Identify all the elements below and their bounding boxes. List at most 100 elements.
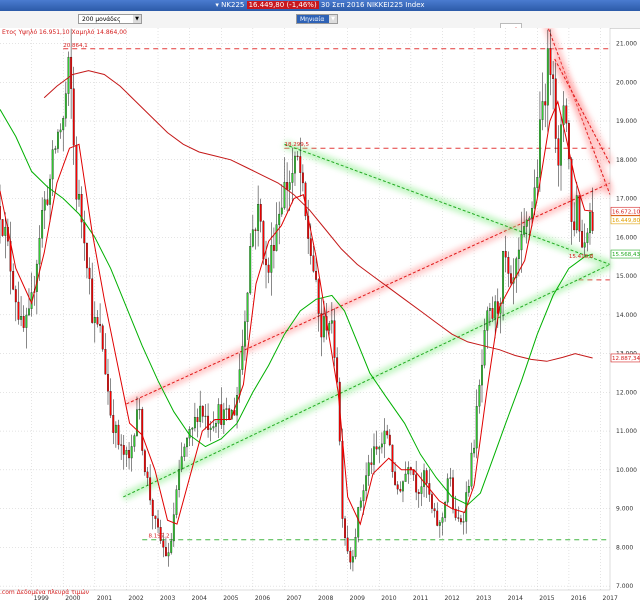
candle-body [591,212,594,231]
value-tag-label: 12.887,34 [612,356,640,362]
candle-body [162,540,165,548]
y-tick-label: 15.000 [616,273,637,280]
candle-body [301,172,304,184]
candle-body [51,149,54,180]
candle-body [391,444,394,473]
candle-body [552,74,555,79]
window-titlebar: ▾ NK225 16.449,80 (-1,46%) 30 Σεπ 2016 N… [0,0,640,11]
candle-body [541,101,544,120]
candle-body [280,207,283,215]
candle-body [531,208,533,219]
candle-body [449,477,452,479]
candle-body [396,484,399,490]
candle-body [59,129,62,133]
candle-body [483,330,486,366]
x-tick-label: 2013 [476,595,491,602]
y-tick-label: 19.000 [616,118,637,125]
candle-body [62,118,65,131]
candle-body [330,320,333,324]
x-tick-label: 2014 [508,595,523,602]
candle-body [425,470,428,484]
candle-body [365,475,368,491]
candle-body [136,409,138,436]
candle-body [533,187,536,209]
candle-body [362,490,365,502]
candle-body [520,234,523,251]
candle-body [22,316,25,328]
candle-body [12,271,15,290]
y-tick-label: 21.000 [616,41,637,48]
y-tick-label: 18.000 [616,157,637,164]
candle-body [510,273,512,284]
candle-body [323,316,325,338]
candle-body [344,518,346,539]
candle-body [438,522,441,526]
periods-select[interactable]: 200 μονάδες ▼ [78,14,142,24]
candle-body [225,408,228,410]
candle-body [296,155,299,157]
candle-body [178,469,181,490]
candle-body [57,131,59,149]
price-chart[interactable]: 20.864,1 18.299,5 8.197,2 15.410,8 7.000 8.0… [0,28,640,603]
candle-body [259,204,262,222]
candle-body [491,308,494,319]
y-tick-label: 11.000 [616,428,637,435]
candle-body [246,292,249,322]
candle-body [583,242,586,248]
candle-body [275,224,278,251]
y-tick-label: 8.000 [616,544,633,551]
candle-body [536,177,539,188]
candle-body [517,249,520,259]
candle-body [459,518,462,523]
footer-link[interactable]: .com Δεδομένα πλευρά τιμών [0,589,89,596]
candle-body [488,308,491,311]
y-tick-label: 9.000 [616,506,633,513]
candle-body [436,510,439,526]
candle-body [462,521,465,523]
window-title: 30 Σεπ 2016 NIKKEI225 Index [320,1,425,9]
x-tick-label: 2004 [192,595,207,602]
candle-body [101,325,104,350]
candle-body [270,245,273,273]
x-tick-label: 2003 [160,595,175,602]
candle-body [220,404,223,425]
interval-select-value: Μηνιαία [300,16,325,23]
candle-body [157,518,159,528]
interval-select[interactable]: Μηνιαία ▼ [296,14,338,24]
candle-body [573,221,576,231]
x-axis: 1999 2000 2001 2002 2003 2004 2005 2006 2007 2008… [0,589,618,602]
candle-body [75,145,78,200]
candle-body [244,321,246,347]
candle-body [309,238,312,256]
candle-body [143,450,146,473]
candle-body [562,105,565,125]
candle-body [64,93,67,119]
candle-body [433,508,436,512]
x-tick-label: 2015 [539,595,554,602]
candle-body [228,408,231,420]
candle-body [317,279,320,314]
candle-body [41,210,44,239]
candle-body [186,437,188,448]
candle-body [191,427,194,430]
x-tick-label: 2000 [65,595,80,602]
candle-body [359,500,362,508]
candle-body [0,206,1,220]
candle-body [93,317,96,323]
x-tick-label: 2006 [255,595,270,602]
candle-body [417,492,420,494]
candle-body [88,267,91,279]
candle-body [349,550,352,563]
candle-body [278,213,281,225]
candle-body [560,124,562,166]
candle-body [291,173,294,183]
candle-body [4,226,7,236]
candle-body [14,289,17,303]
candle-body [581,231,584,248]
candle-body [457,517,460,519]
candle-body [109,391,112,416]
candle-body [72,88,75,146]
candle-body [201,405,204,417]
candle-body [589,212,591,234]
x-tick-label: 2010 [381,595,396,602]
